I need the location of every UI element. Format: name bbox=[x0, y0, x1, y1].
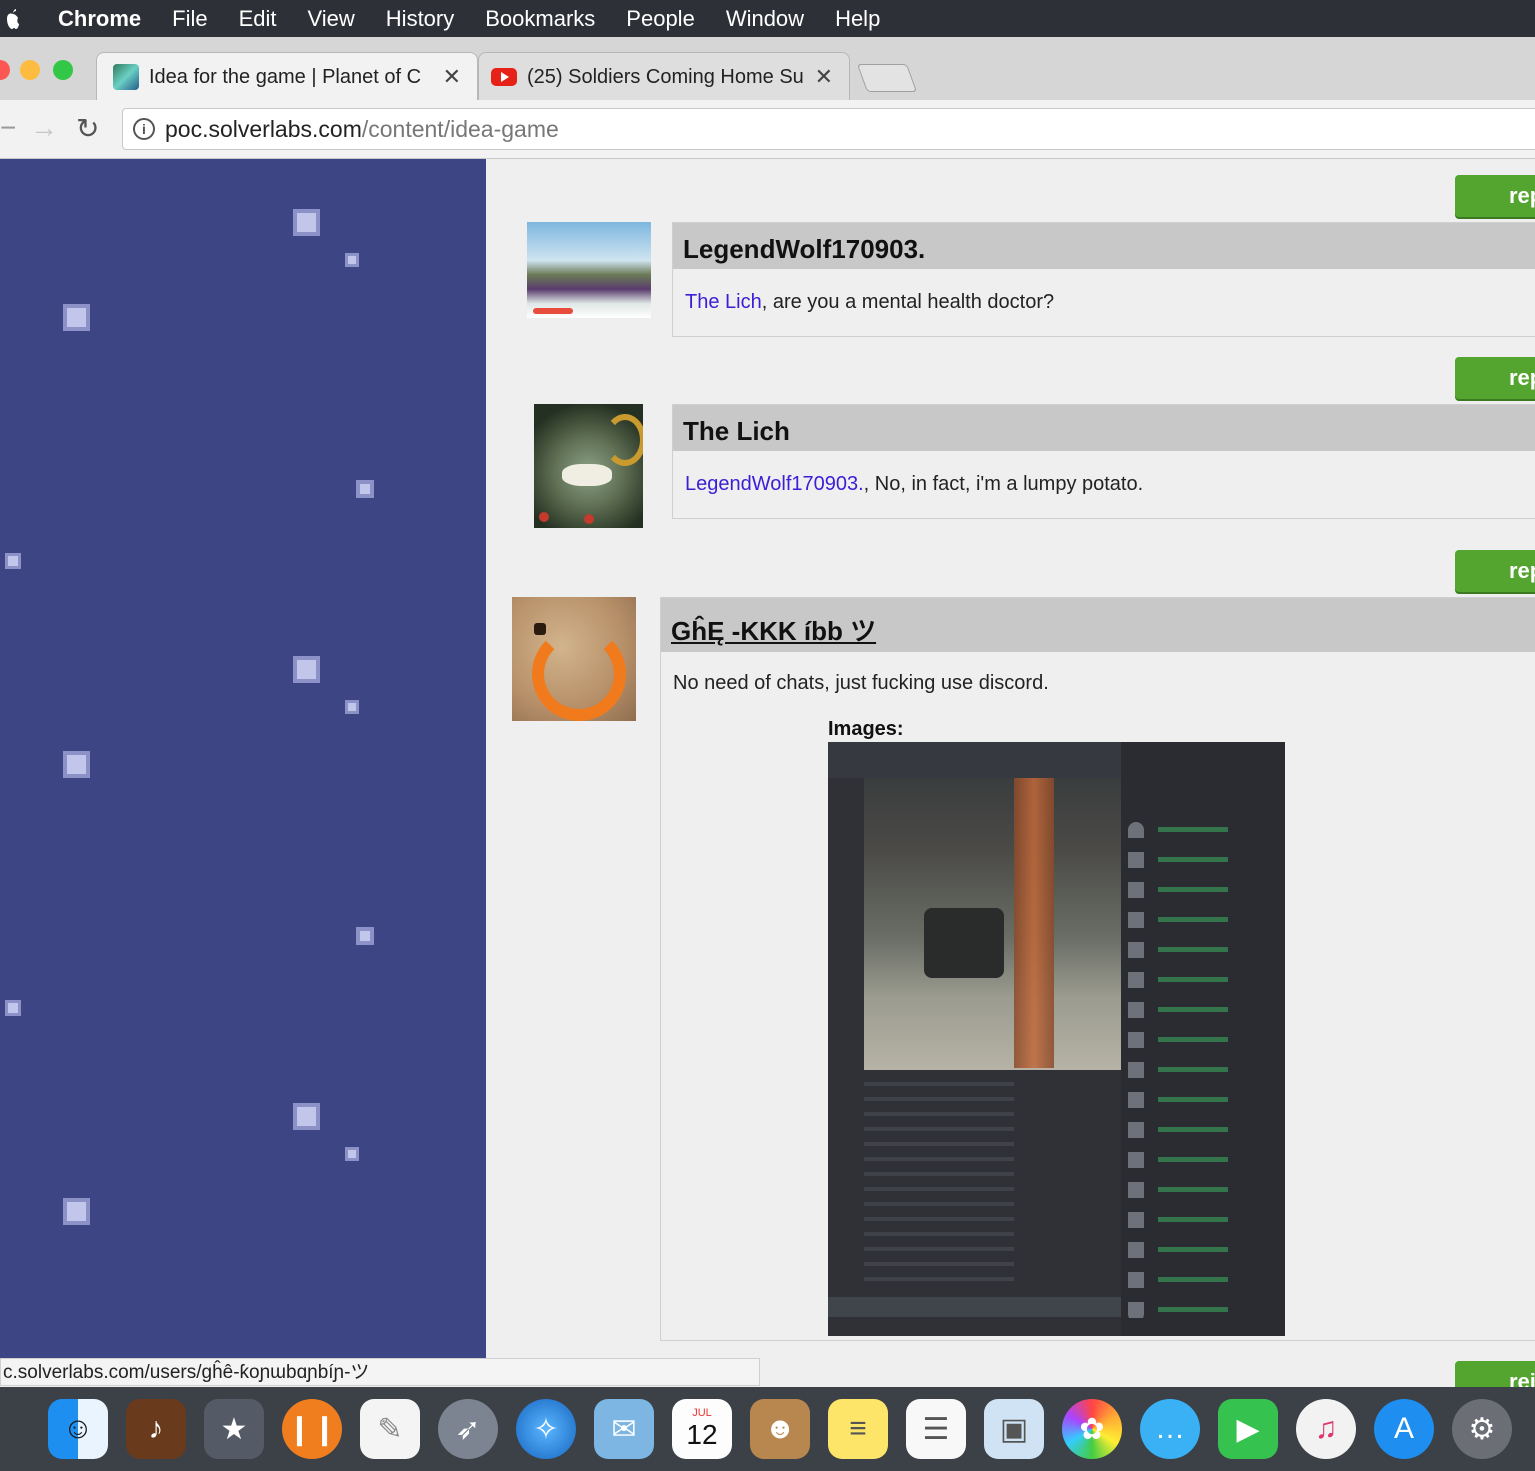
image-input-region bbox=[828, 1297, 1121, 1317]
comment-body: LegendWolf170903., No, in fact, i'm a lu… bbox=[673, 451, 1535, 518]
tab-title: (25) Soldiers Coming Home Su bbox=[527, 65, 804, 88]
reload-icon[interactable]: ↻ bbox=[76, 112, 99, 145]
images-label: Images: bbox=[828, 718, 904, 740]
decor-square bbox=[63, 1198, 90, 1225]
tab-idea-game[interactable]: Idea for the game | Planet of C ✕ bbox=[96, 52, 478, 101]
appstore-icon[interactable]: A bbox=[1374, 1399, 1434, 1459]
mail-icon[interactable]: ✉ bbox=[594, 1399, 654, 1459]
textedit-icon[interactable]: ✎ bbox=[360, 1399, 420, 1459]
page-content: rep rep rep rei LegendWolf170903. The Li… bbox=[0, 159, 1535, 1387]
decorative-sidebar bbox=[0, 159, 486, 1359]
tab-title: Idea for the game | Planet of C bbox=[149, 65, 422, 88]
avatar[interactable] bbox=[512, 597, 636, 721]
calendar-icon[interactable]: JUL 12 bbox=[672, 1399, 732, 1459]
launchpad-icon[interactable]: ➶ bbox=[438, 1399, 498, 1459]
mention-link[interactable]: LegendWolf170903. bbox=[685, 473, 864, 495]
finder-icon[interactable]: ☺ bbox=[48, 1399, 108, 1459]
decor-square bbox=[293, 1103, 320, 1130]
contacts-icon[interactable]: ☻ bbox=[750, 1399, 810, 1459]
comment-text: , No, in fact, i'm a lumpy potato. bbox=[863, 473, 1144, 495]
avatar[interactable] bbox=[527, 222, 651, 318]
image-header-region bbox=[828, 742, 1121, 778]
info-icon[interactable]: i bbox=[133, 118, 155, 140]
avatar[interactable] bbox=[534, 404, 643, 528]
reminders-icon[interactable]: ☰ bbox=[906, 1399, 966, 1459]
reply-button[interactable]: rei bbox=[1455, 1361, 1535, 1387]
ibooks-icon[interactable]: ❙❙ bbox=[282, 1399, 342, 1459]
new-tab-button[interactable] bbox=[856, 64, 918, 92]
decor-square bbox=[63, 304, 90, 331]
decor-square bbox=[293, 656, 320, 683]
image-photo-region bbox=[864, 778, 1121, 1070]
menu-bookmarks[interactable]: Bookmarks bbox=[485, 6, 595, 32]
menu-help[interactable]: Help bbox=[835, 6, 880, 32]
close-tab-icon[interactable]: ✕ bbox=[815, 64, 833, 90]
notes-icon[interactable]: ≡ bbox=[828, 1399, 888, 1459]
macos-dock: ☺ ♪ ★ ❙❙ ✎ ➶ ✧ ✉ JUL 12 ☻ ≡ ☰ ▣ ✿ … ▶ ♫ … bbox=[0, 1387, 1535, 1471]
decor-square bbox=[5, 1000, 21, 1016]
decor-square bbox=[293, 209, 320, 236]
youtube-favicon-icon bbox=[491, 68, 517, 86]
decor-square bbox=[5, 553, 21, 569]
url-host: poc.solverlabs.com bbox=[165, 115, 362, 142]
comment-card: The Lich LegendWolf170903., No, in fact,… bbox=[672, 404, 1535, 519]
menu-window[interactable]: Window bbox=[726, 6, 804, 32]
comment-author[interactable]: LegendWolf170903. bbox=[673, 223, 1535, 269]
reply-button[interactable]: rep bbox=[1455, 550, 1535, 592]
forward-arrow-icon[interactable]: → bbox=[30, 112, 58, 144]
apple-icon[interactable] bbox=[6, 8, 20, 30]
preview-icon[interactable]: ▣ bbox=[984, 1399, 1044, 1459]
messages-icon[interactable]: … bbox=[1140, 1399, 1200, 1459]
comment-card: LegendWolf170903. The Lich, are you a me… bbox=[672, 222, 1535, 337]
menu-chrome[interactable]: Chrome bbox=[58, 6, 141, 32]
planet-favicon-icon bbox=[113, 64, 139, 90]
menu-history[interactable]: History bbox=[386, 6, 454, 32]
imovie-icon[interactable]: ★ bbox=[204, 1399, 264, 1459]
url-path: /content/idea-game bbox=[361, 115, 559, 142]
menu-people[interactable]: People bbox=[626, 6, 695, 32]
zoom-window-button[interactable] bbox=[53, 60, 73, 80]
facetime-icon[interactable]: ▶ bbox=[1218, 1399, 1278, 1459]
close-tab-icon[interactable]: ✕ bbox=[443, 64, 461, 90]
reply-button[interactable]: rep bbox=[1455, 357, 1535, 399]
menu-file[interactable]: File bbox=[172, 6, 207, 32]
photos-icon[interactable]: ✿ bbox=[1062, 1399, 1122, 1459]
decor-square bbox=[356, 927, 374, 945]
calendar-month: JUL bbox=[692, 1407, 712, 1419]
comment-author[interactable]: GĥĘ -KKK íbb ツ bbox=[661, 598, 1535, 652]
address-bar[interactable]: i poc.solverlabs.com /content/idea-game bbox=[122, 108, 1535, 150]
menu-edit[interactable]: Edit bbox=[239, 6, 277, 32]
system-preferences-icon[interactable]: ⚙ bbox=[1452, 1399, 1512, 1459]
decor-square bbox=[63, 751, 90, 778]
tab-youtube[interactable]: (25) Soldiers Coming Home Su ✕ bbox=[478, 52, 850, 101]
safari-icon[interactable]: ✧ bbox=[516, 1399, 576, 1459]
itunes-icon[interactable]: ♫ bbox=[1296, 1399, 1356, 1459]
attached-image[interactable] bbox=[828, 742, 1285, 1336]
back-arrow-icon[interactable]: − bbox=[0, 112, 16, 144]
minimize-window-button[interactable] bbox=[20, 60, 40, 80]
decor-square bbox=[345, 700, 359, 714]
comment-body: The Lich, are you a mental health doctor… bbox=[673, 269, 1535, 336]
decor-square bbox=[345, 1147, 359, 1161]
status-url-bubble: c.solverlabs.com/users/gĥê-ƙoɲɯbɑɲbíɲ-ツ bbox=[0, 1358, 760, 1386]
macos-menubar: Chrome File Edit View History Bookmarks … bbox=[0, 0, 1535, 37]
image-chat-region bbox=[828, 1072, 1121, 1297]
reply-button[interactable]: rep bbox=[1455, 175, 1535, 217]
garageband-icon[interactable]: ♪ bbox=[126, 1399, 186, 1459]
decor-square bbox=[356, 480, 374, 498]
comment-author[interactable]: The Lich bbox=[673, 405, 1535, 451]
mention-link[interactable]: The Lich bbox=[685, 291, 762, 313]
calendar-day: 12 bbox=[686, 1419, 718, 1450]
decor-square bbox=[345, 253, 359, 267]
comment-text: , are you a mental health doctor? bbox=[761, 291, 1055, 313]
menu-view[interactable]: View bbox=[308, 6, 355, 32]
comment-text: No need of chats, just fucking use disco… bbox=[673, 672, 1049, 694]
